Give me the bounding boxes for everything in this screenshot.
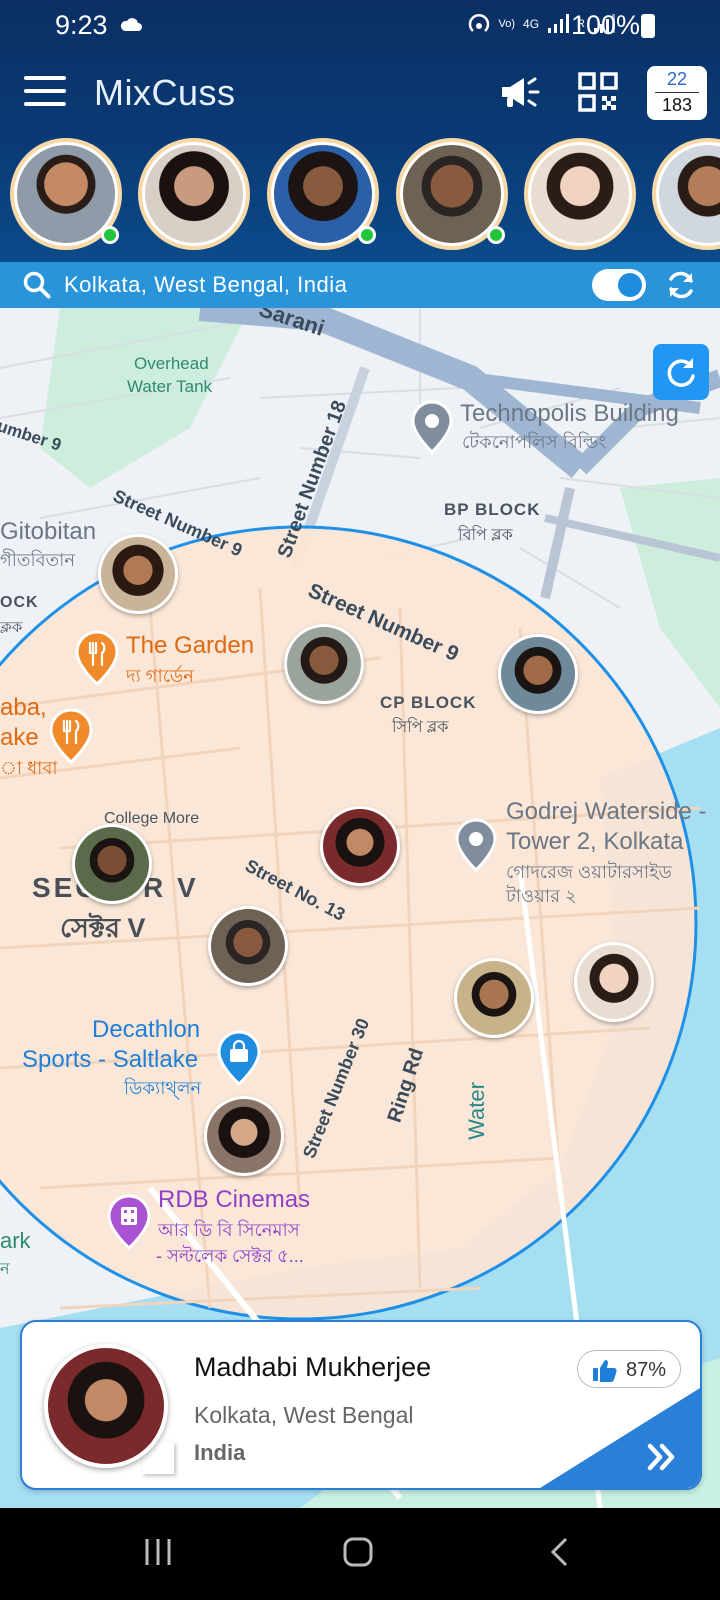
thumbs-up-icon [593, 1360, 617, 1382]
map-user-avatar[interactable] [498, 634, 578, 714]
online-indicator [358, 226, 376, 244]
cinema-pin-icon[interactable] [106, 1194, 152, 1250]
battery-icon [641, 14, 655, 38]
place-label-godrej-2: Tower 2, Kolkata [506, 828, 684, 855]
map-user-avatar[interactable] [204, 1096, 284, 1176]
place-label-garden-bn: দ্য গার্ডেন [126, 666, 194, 686]
online-users-strip [0, 138, 720, 254]
place-label-dhaba[interactable]: aba, [0, 694, 47, 722]
place-label-rdb[interactable]: RDB Cinemas [158, 1186, 310, 1214]
place-label-garden[interactable]: The Garden [126, 632, 254, 660]
counter-divider [655, 92, 699, 93]
volte-label: Vo) [498, 17, 516, 30]
place-label-technopolis-bn: টেকনোপলিস বিল্ডিং [462, 432, 607, 452]
area-label: BP BLOCK [444, 500, 541, 519]
profile-city: Kolkata, West Bengal [194, 1402, 414, 1428]
location-search-bar [0, 262, 720, 308]
map-user-avatar[interactable] [208, 906, 288, 986]
online-indicator [487, 226, 505, 244]
map-user-avatar[interactable] [72, 824, 152, 904]
place-label-technopolis[interactable]: Technopolis Building [460, 400, 679, 428]
online-indicator [101, 226, 119, 244]
map-user-avatar[interactable] [454, 958, 534, 1038]
place-label-rdb-bn-2: - সল্টলেক সেক্টর ৫... [156, 1246, 304, 1266]
selected-profile-card[interactable]: Madhabi Mukherjee Kolkata, West Bengal I… [20, 1320, 702, 1490]
search-icon [23, 271, 51, 299]
area-label: CP BLOCK [380, 693, 477, 712]
place-label-dhaba-2: ake [0, 724, 39, 751]
map-user-avatar[interactable] [98, 534, 178, 614]
place-label-decathlon-bn: ডিক্যাথ্‌লন [124, 1078, 202, 1098]
like-percentage-pill[interactable]: 87% [577, 1350, 681, 1388]
place-pin-icon[interactable] [454, 818, 498, 872]
location-search-input[interactable] [64, 268, 564, 302]
profile-name: Madhabi Mukherjee [194, 1352, 432, 1382]
megaphone-icon[interactable] [498, 72, 542, 112]
area-label: সিপি ব্লক [392, 719, 449, 736]
place-label-dhaba-bn: া ধাবা [0, 758, 58, 778]
restaurant-pin-icon[interactable] [74, 630, 120, 686]
app-bar: MixCuss 22 183 [0, 62, 720, 124]
hotspot-icon [468, 14, 489, 32]
qr-code-icon[interactable] [578, 72, 618, 112]
app-title: MixCuss [94, 72, 236, 113]
hamburger-menu-icon[interactable] [24, 76, 66, 108]
map-user-avatar[interactable] [320, 806, 400, 886]
shopping-pin-icon[interactable] [216, 1030, 262, 1086]
battery-percent: 100% [570, 10, 640, 40]
profile-country: India [194, 1440, 246, 1465]
network-4g-label: 4G [523, 17, 540, 31]
place-label-decathlon-2: Sports - Saltlake [22, 1046, 199, 1073]
location-toggle[interactable] [592, 269, 646, 301]
area-label: ন [0, 1261, 10, 1278]
map-refresh-button[interactable] [653, 344, 709, 400]
place-label-godrej-bn-2: টাওয়ার ২ [506, 886, 577, 906]
story-avatar[interactable] [138, 138, 250, 250]
counter-bottom: 183 [661, 95, 693, 115]
area-label: বিপি ব্লক [458, 527, 513, 544]
recent-apps-icon[interactable] [142, 1536, 174, 1568]
signal-icon [548, 14, 570, 33]
area-label: ক্লক [0, 619, 23, 636]
area-label: Overhead [134, 354, 209, 373]
story-avatar[interactable] [524, 138, 636, 250]
counter-badge[interactable]: 22 183 [647, 66, 707, 120]
map-user-avatar[interactable] [284, 624, 364, 704]
home-icon[interactable] [342, 1536, 374, 1568]
refresh-icon [667, 358, 695, 387]
place-label-decathlon[interactable]: Decathlon [92, 1016, 200, 1044]
area-label: Water Tank [127, 377, 213, 396]
place-label-godrej[interactable]: Godrej Waterside - [506, 798, 707, 826]
sync-icon[interactable] [664, 268, 698, 302]
status-time: 9:23 [55, 10, 108, 40]
cloud-icon [120, 18, 142, 31]
like-percentage: 87% [626, 1359, 667, 1381]
map-user-avatar[interactable] [574, 942, 654, 1022]
place-label-gitobitan-bn: গীতবিতান [0, 550, 76, 570]
area-label: সেক্টর V [60, 913, 146, 943]
counter-top: 22 [666, 69, 688, 89]
double-chevron-right-icon[interactable] [646, 1442, 678, 1472]
place-pin-icon[interactable] [410, 400, 454, 454]
app-header: 9:23 Vo) 4G R 100% MixCuss 22 183 [0, 0, 720, 262]
place-label-gitobitan[interactable]: Gitobitan [0, 518, 96, 546]
area-label: Water [463, 1082, 489, 1140]
back-icon[interactable] [548, 1536, 572, 1568]
story-avatar[interactable] [652, 138, 720, 250]
card-corner-accent [540, 1388, 700, 1488]
profile-avatar[interactable] [44, 1344, 168, 1468]
area-label: ark [0, 1228, 31, 1253]
status-bar: 9:23 Vo) 4G R 100% [0, 0, 720, 52]
system-nav-bar [0, 1508, 720, 1600]
area-label: OCK [0, 594, 39, 611]
